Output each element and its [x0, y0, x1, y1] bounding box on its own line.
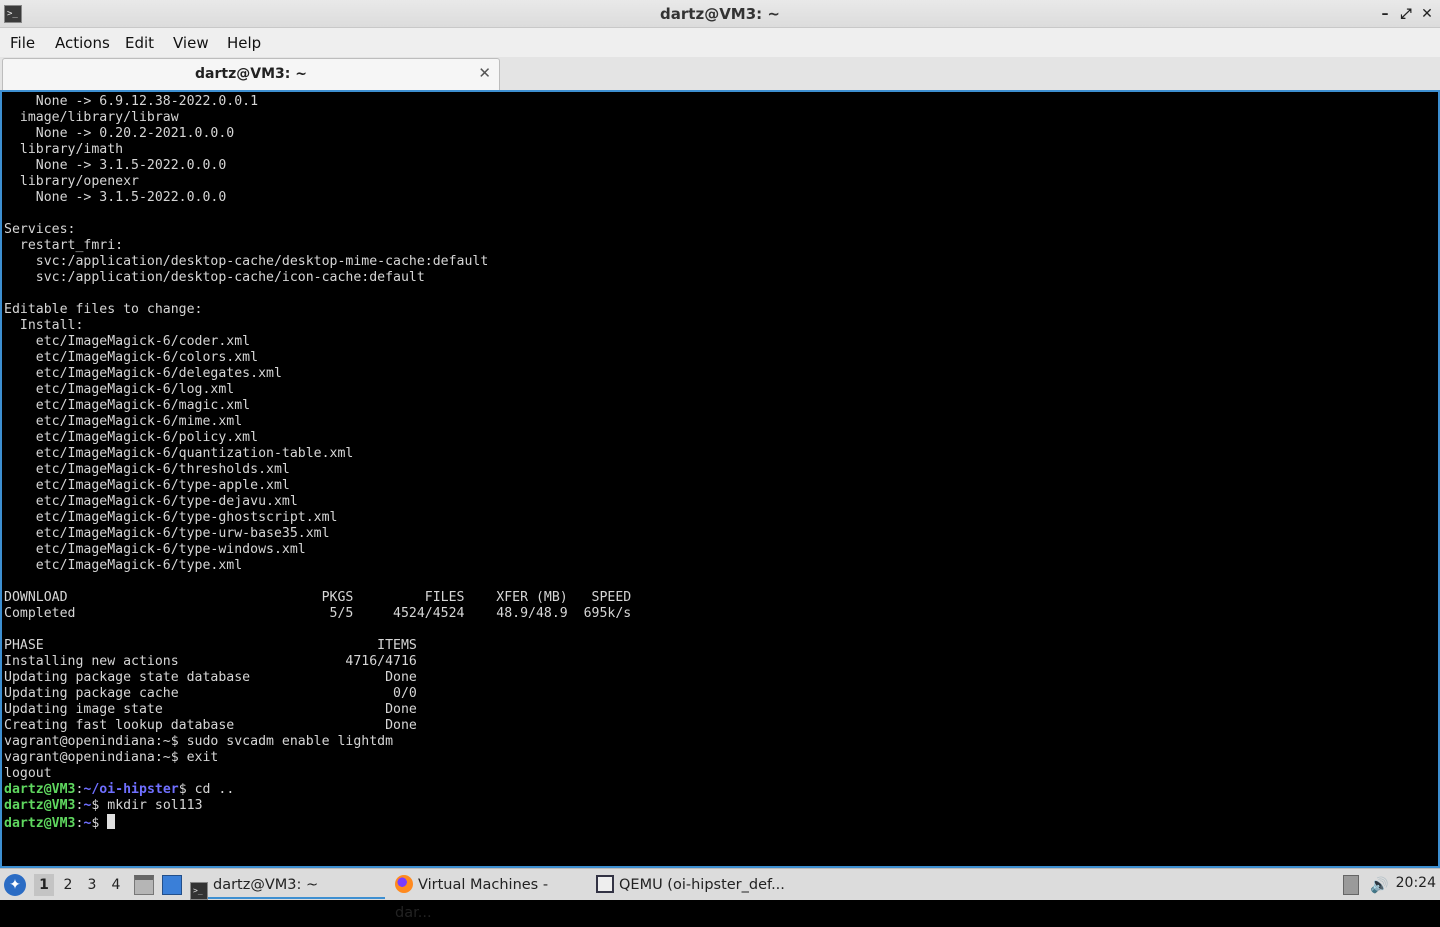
terminal-line: Updating package cache 0/0 [4, 686, 417, 701]
tab-terminal[interactable]: dartz@VM3: ~ ✕ [2, 58, 500, 90]
terminal-line: logout [4, 766, 52, 781]
terminal-prompt-line: dartz@VM3:~$ mkdir sol113 [4, 798, 631, 814]
task-qemu[interactable]: QEMU (oi-hipster_def... [596, 871, 796, 899]
task-terminal[interactable]: >_ dartz@VM3: ~ [190, 871, 385, 900]
prompt-command: cd .. [186, 782, 235, 797]
terminal-line: Updating image state Done [4, 702, 417, 717]
minimize-button[interactable]: – [1376, 4, 1394, 24]
terminal-cursor [107, 814, 116, 829]
terminal-line: Editable files to change: [4, 302, 203, 317]
terminal-line: etc/ImageMagick-6/type-urw-base35.xml [4, 526, 330, 541]
terminal-line: etc/ImageMagick-6/type-apple.xml [4, 478, 290, 493]
prompt-command [99, 816, 107, 831]
task-label: QEMU (oi-hipster_def... [619, 877, 785, 893]
terminal-line: etc/ImageMagick-6/type.xml [4, 558, 243, 573]
maximize-button[interactable]: ⤢ [1397, 4, 1415, 24]
workspace-2[interactable]: 2 [58, 874, 78, 896]
clock[interactable]: 20:24 [1396, 875, 1436, 891]
lxqt-menu-icon[interactable]: ✦ [4, 874, 26, 896]
terminal-line: etc/ImageMagick-6/mime.xml [4, 414, 243, 429]
close-button[interactable]: ✕ [1418, 4, 1436, 24]
terminal-line: Completed 5/5 4524/4524 48.9/48.9 695k/s [4, 606, 632, 621]
terminal-line: library/imath [4, 142, 124, 157]
terminal-prompt-line: dartz@VM3:~$ [4, 814, 631, 831]
terminal-line: None -> 6.9.12.38-2022.0.0.1 [4, 94, 259, 109]
prompt-user: dartz@VM3 [4, 798, 76, 813]
task-firefox[interactable]: Virtual Machines - dar... [395, 871, 587, 921]
terminal-line: etc/ImageMagick-6/colors.xml [4, 350, 259, 365]
terminal-line: etc/ImageMagick-6/type-dejavu.xml [4, 494, 298, 509]
terminal-line: Installing new actions 4716/4716 [4, 654, 417, 669]
task-label: Virtual Machines - dar... [395, 877, 549, 921]
terminal-line: Install: [4, 318, 84, 333]
terminal-line: DOWNLOAD PKGS FILES XFER (MB) SPEED [4, 590, 632, 605]
prompt-command: mkdir sol113 [99, 798, 203, 813]
terminal-line: svc:/application/desktop-cache/desktop-m… [4, 254, 489, 269]
terminal-prompt-line: dartz@VM3:~/oi-hipster$ cd .. [4, 782, 631, 798]
terminal-line: etc/ImageMagick-6/type-ghostscript.xml [4, 510, 338, 525]
terminal-line: Updating package state database Done [4, 670, 417, 685]
terminal-line: etc/ImageMagick-6/delegates.xml [4, 366, 282, 381]
terminal-line: etc/ImageMagick-6/policy.xml [4, 430, 259, 445]
menu-bar: File Actions Edit View Help [0, 28, 1440, 57]
prompt-user: dartz@VM3 [4, 816, 76, 831]
terminal-line: etc/ImageMagick-6/quantization-table.xml [4, 446, 354, 461]
terminal-line: svc:/application/desktop-cache/icon-cach… [4, 270, 425, 285]
workspace-3[interactable]: 3 [82, 874, 102, 896]
terminal-line: etc/ImageMagick-6/log.xml [4, 382, 235, 397]
prompt-path: ~/oi-hipster [83, 782, 179, 797]
terminal-line: etc/ImageMagick-6/thresholds.xml [4, 462, 290, 477]
terminal-line: restart_fmri: [4, 238, 124, 253]
menu-view[interactable]: View [173, 34, 209, 52]
terminal-output: None -> 6.9.12.38-2022.0.0.1 image/libra… [4, 94, 632, 831]
volume-icon[interactable]: 🔊 [1370, 875, 1389, 895]
prompt-user: dartz@VM3 [4, 782, 76, 797]
terminal-line: image/library/libraw [4, 110, 179, 125]
terminal-line: library/openexr [4, 174, 139, 189]
taskbar: ✦ 1 2 3 4 >_ dartz@VM3: ~ Virtual Machine… [0, 868, 1440, 921]
tab-close-icon[interactable]: ✕ [478, 64, 491, 82]
window-title: dartz@VM3: ~ [660, 5, 780, 23]
qemu-icon [596, 875, 614, 893]
terminal-line: vagrant@openindiana:~$ exit [4, 750, 219, 765]
tab-label: dartz@VM3: ~ [195, 66, 307, 82]
tab-bar: dartz@VM3: ~ ✕ [0, 57, 1440, 90]
menu-actions[interactable]: Actions [55, 34, 110, 52]
terminal-line: vagrant@openindiana:~$ sudo svcadm enabl… [4, 734, 394, 749]
prompt-symbol: $ [178, 782, 187, 797]
menu-help[interactable]: Help [227, 34, 261, 52]
show-desktop-icon[interactable] [162, 875, 182, 895]
terminal-line: etc/ImageMagick-6/magic.xml [4, 398, 251, 413]
terminal-line: Creating fast lookup database Done [4, 718, 417, 733]
terminal-line: etc/ImageMagick-6/type-windows.xml [4, 542, 306, 557]
terminal-line: None -> 3.1.5-2022.0.0.0 [4, 158, 227, 173]
terminal-line: None -> 0.20.2-2021.0.0.0 [4, 126, 235, 141]
workspace-4[interactable]: 4 [106, 874, 126, 896]
task-label: dartz@VM3: ~ [213, 877, 319, 893]
terminal-icon: >_ [190, 882, 208, 900]
firefox-icon [395, 875, 413, 893]
terminal-line: PHASE ITEMS [4, 638, 417, 653]
menu-edit[interactable]: Edit [125, 34, 154, 52]
terminal-line: etc/ImageMagick-6/coder.xml [4, 334, 251, 349]
workspace-1[interactable]: 1 [34, 874, 54, 896]
window-titlebar[interactable]: >_ dartz@VM3: ~ – ⤢ ✕ [0, 0, 1440, 28]
terminal-view[interactable]: None -> 6.9.12.38-2022.0.0.1 image/libra… [0, 90, 1440, 868]
file-manager-icon[interactable] [134, 875, 154, 895]
terminal-line: Services: [4, 222, 76, 237]
menu-file[interactable]: File [10, 34, 35, 52]
terminal-line: None -> 3.1.5-2022.0.0.0 [4, 190, 227, 205]
clipboard-icon[interactable] [1343, 875, 1359, 895]
